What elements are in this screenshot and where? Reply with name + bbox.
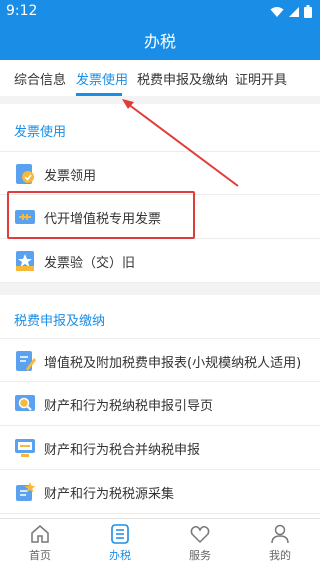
section-title-invoice: 发票使用 (14, 125, 67, 140)
tab-invoice-use[interactable]: 发票使用 (76, 69, 128, 88)
section-title-tax-declaration: 税费申报及缴纳 (14, 314, 106, 329)
tab-bar: 综合信息 发票使用 税费申报及缴纳 证明开具 (0, 60, 320, 96)
nav-label: 我的 (269, 549, 291, 562)
highlight-box (7, 191, 195, 239)
list-item-property-tax-source[interactable]: 财产和行为税税源采集 (0, 470, 320, 514)
list-item-label: 财产和行为税税源采集 (44, 487, 175, 502)
list-item-property-tax-guide[interactable]: 财产和行为税纳税申报引导页 (0, 382, 320, 426)
section-divider (0, 96, 320, 104)
user-icon (271, 524, 289, 544)
monitor-icon (15, 439, 35, 457)
nav-service[interactable]: 服务 (170, 523, 230, 563)
battery-icon (304, 5, 312, 18)
nav-label: 服务 (189, 549, 211, 562)
form-edit-icon (16, 351, 36, 371)
nav-home[interactable]: 首页 (10, 523, 70, 563)
app-header: 办税 (0, 24, 320, 60)
list-item-label: 发票领用 (44, 169, 97, 184)
signal-icon (289, 6, 299, 17)
page-title: 办税 (143, 32, 176, 51)
list-item-label: 增值税及附加税费申报表(小规模纳税人适用) (44, 356, 302, 371)
status-time: 9:12 (6, 3, 38, 19)
invoice-star-icon (16, 251, 34, 271)
tab-tax-declaration[interactable]: 税费申报及缴纳 (137, 69, 228, 88)
invoice-check-icon (16, 164, 34, 184)
collect-icon (16, 482, 36, 501)
nav-mine[interactable]: 我的 (250, 523, 310, 563)
list-item-label: 发票验（交）旧 (44, 256, 136, 271)
tab-general-info[interactable]: 综合信息 (14, 69, 66, 88)
tab-certificate[interactable]: 证明开具 (235, 69, 287, 88)
bottom-nav: 首页 办税 服务 我的 (0, 518, 320, 567)
heart-icon (190, 526, 210, 544)
search-doc-icon (15, 395, 35, 411)
section-divider (0, 283, 320, 295)
list-icon (111, 524, 129, 544)
home-icon (31, 525, 49, 543)
list-item-vat-declaration[interactable]: 增值税及附加税费申报表(小规模纳税人适用) (0, 338, 320, 382)
nav-tax[interactable]: 办税 (90, 523, 150, 563)
status-bar: 9:12 (0, 0, 320, 24)
list-item-label: 财产和行为税纳税申报引导页 (44, 399, 214, 414)
list-item-label: 财产和行为税合并纳税申报 (44, 443, 201, 458)
list-item-invoice-receive[interactable]: 发票领用 (0, 151, 320, 195)
list-item-property-tax-combined[interactable]: 财产和行为税合并纳税申报 (0, 426, 320, 470)
nav-label: 办税 (109, 549, 131, 562)
nav-label: 首页 (29, 549, 51, 562)
status-icons (270, 5, 312, 18)
list-item-invoice-verify[interactable]: 发票验（交）旧 (0, 239, 320, 283)
wifi-icon (270, 6, 284, 17)
